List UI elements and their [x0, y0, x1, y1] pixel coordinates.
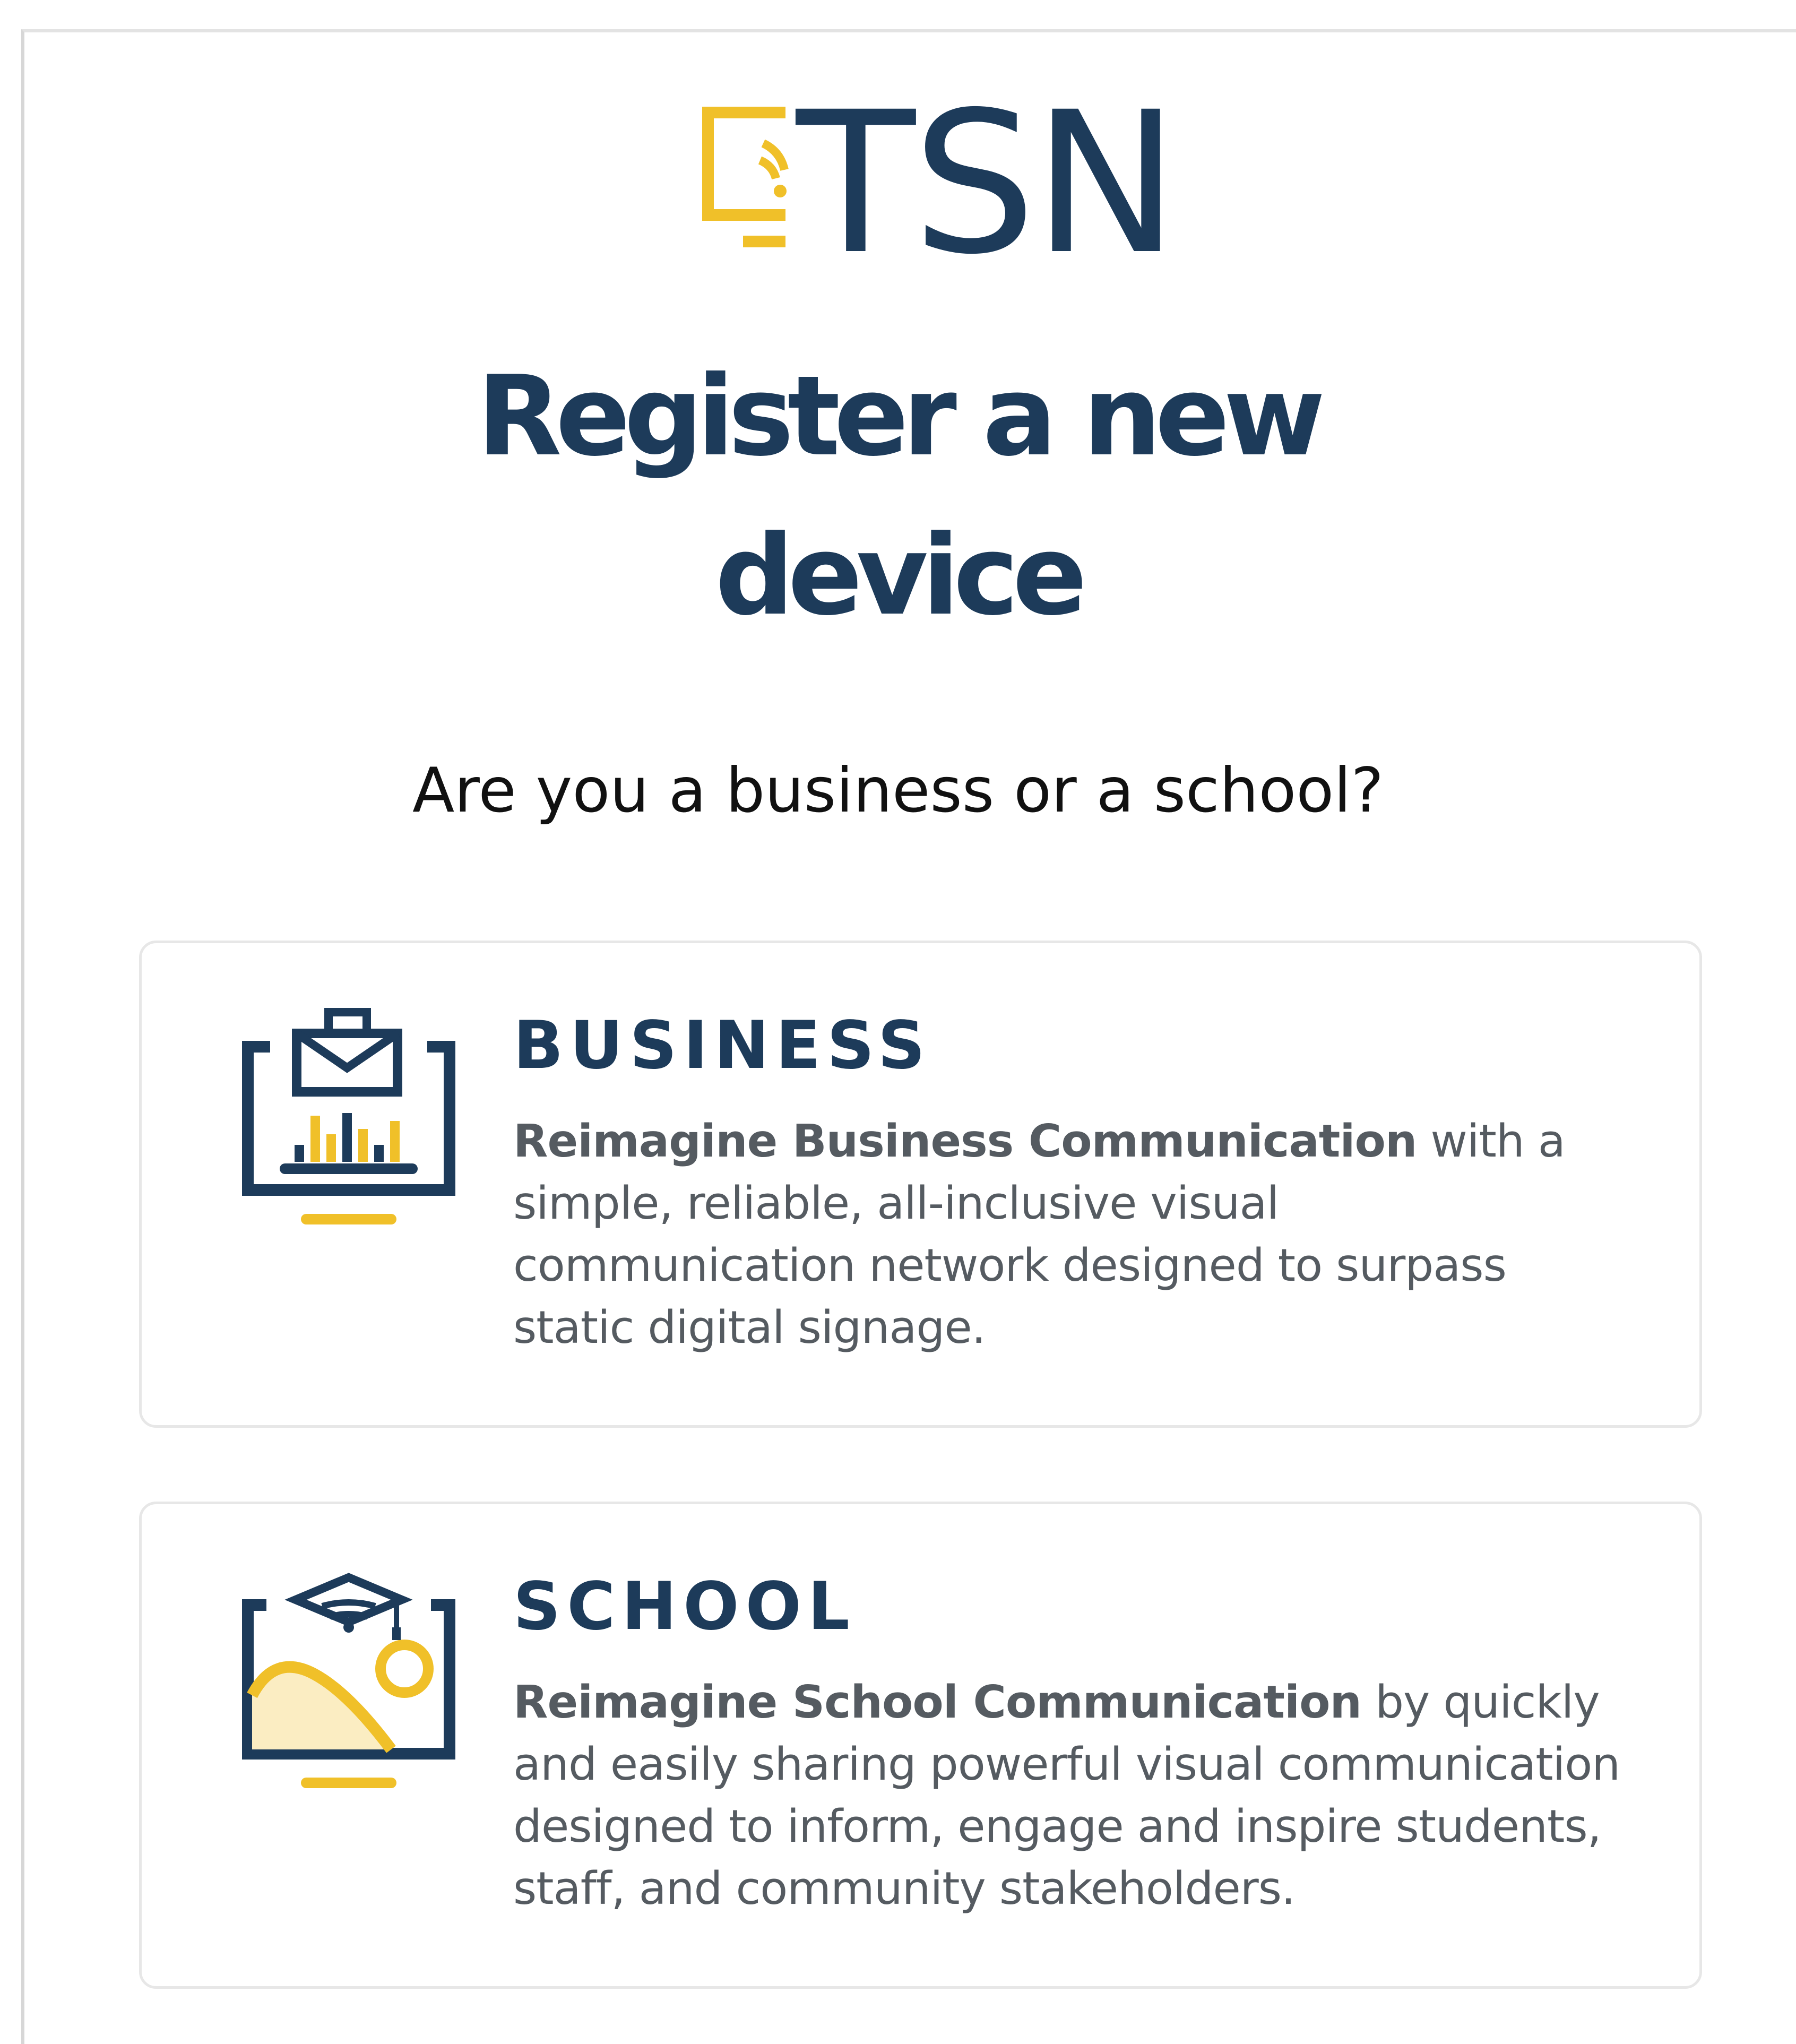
- business-heading: BUSINESS: [513, 1007, 932, 1084]
- tsn-logo: TSN: [701, 86, 1179, 281]
- business-description: Reimagine Business Communication with a …: [513, 1110, 1633, 1359]
- page-title: Register a new device: [0, 337, 1796, 656]
- business-monitor-icon: [242, 1008, 455, 1224]
- school-option-card[interactable]: SCHOOL Reimagine School Communication by…: [139, 1502, 1702, 1989]
- logo-wordmark: TSN: [796, 70, 1179, 297]
- school-description: Reimagine School Communication by quickl…: [513, 1671, 1633, 1920]
- school-monitor-icon: [242, 1573, 455, 1788]
- monitor-wifi-icon: [702, 107, 789, 247]
- school-description-lead: Reimagine School Communication: [513, 1676, 1362, 1729]
- question-text: Are you a business or a school?: [412, 755, 1384, 826]
- title-line-1: Register a new: [477, 352, 1326, 481]
- business-description-lead: Reimagine Business Communication: [513, 1115, 1417, 1168]
- business-option-card[interactable]: BUSINESS Reimagine Business Communicatio…: [139, 941, 1702, 1428]
- school-heading: SCHOOL: [513, 1568, 856, 1645]
- title-line-2: device: [715, 512, 1087, 640]
